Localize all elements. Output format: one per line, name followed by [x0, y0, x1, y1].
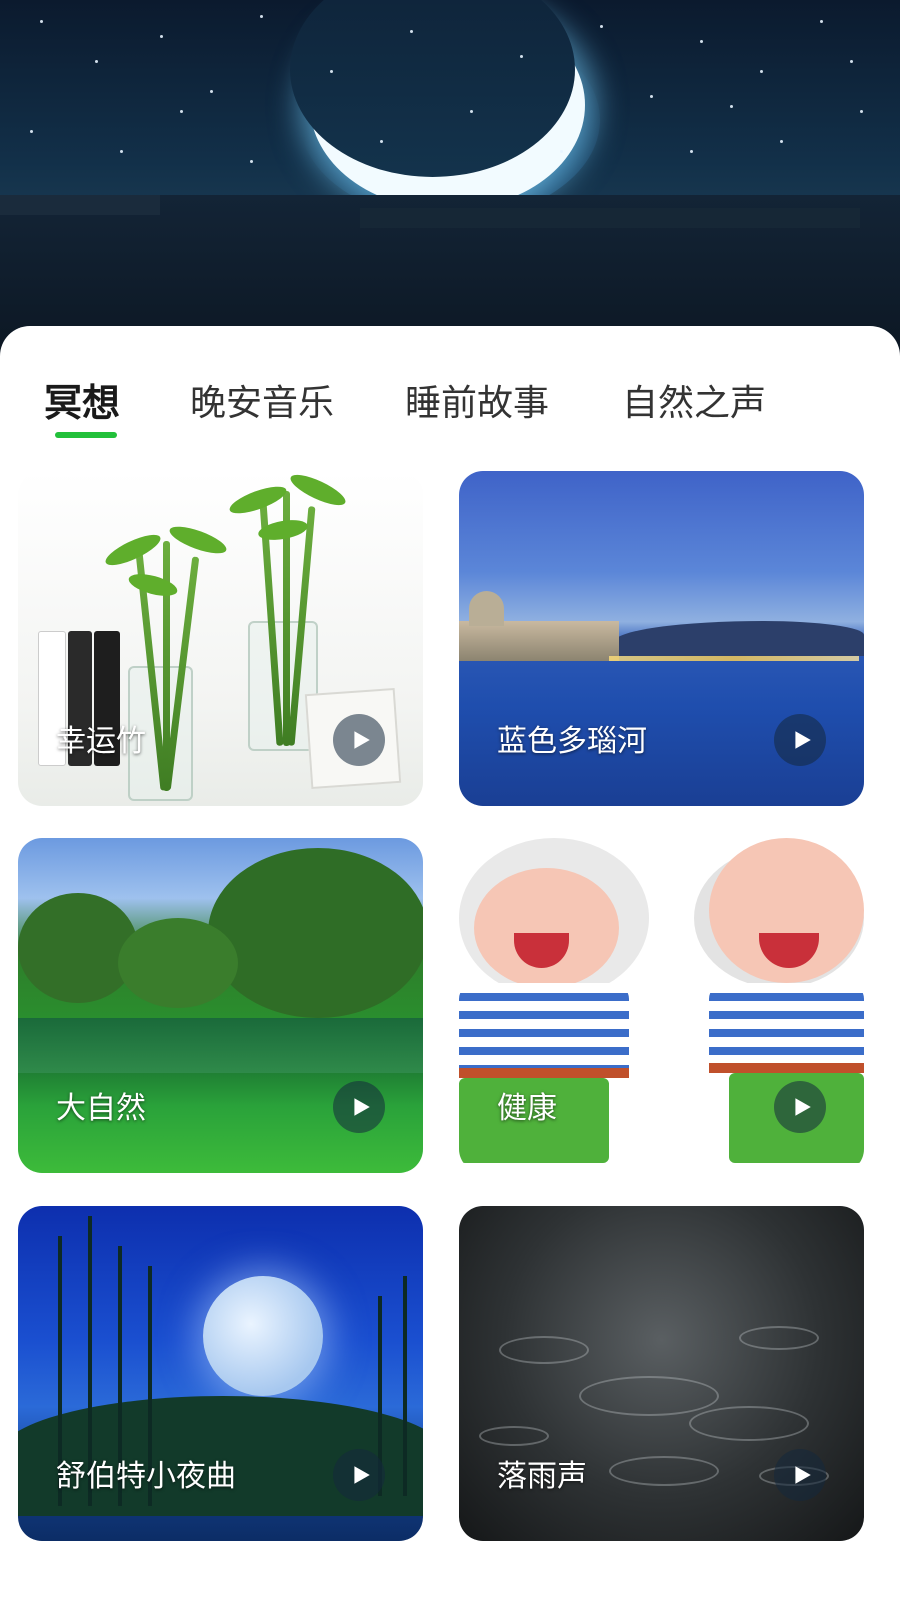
category-tabs: 冥想 晚安音乐 睡前故事 自然之声 [0, 326, 900, 446]
star [470, 110, 473, 113]
audio-card-health[interactable]: 健康 [459, 838, 864, 1173]
star [95, 60, 98, 63]
play-icon[interactable] [774, 714, 826, 766]
star [850, 60, 853, 63]
skyline-roof [0, 195, 160, 215]
active-tab-indicator [55, 432, 117, 438]
star [730, 105, 733, 108]
star [180, 110, 183, 113]
star [410, 30, 413, 33]
play-icon[interactable] [333, 1081, 385, 1133]
star [160, 35, 163, 38]
star [210, 90, 213, 93]
card-title: 舒伯特小夜曲 [56, 1459, 236, 1494]
parliament-building [459, 621, 619, 661]
card-title: 幸运竹 [56, 724, 146, 759]
star [560, 150, 563, 153]
play-icon[interactable] [774, 1449, 826, 1501]
star [330, 70, 333, 73]
star [780, 140, 783, 143]
star [120, 150, 123, 153]
audio-card-schubert-serenade[interactable]: 舒伯特小夜曲 [18, 1206, 423, 1541]
star [40, 20, 43, 23]
star [600, 25, 603, 28]
skyline-roof-2 [360, 208, 860, 228]
star [820, 20, 823, 23]
audio-card-rain-sound[interactable]: 落雨声 [459, 1206, 864, 1541]
play-icon[interactable] [333, 1449, 385, 1501]
bridge-lights [609, 656, 859, 661]
star [520, 55, 523, 58]
parliament-dome [469, 591, 504, 626]
star [250, 160, 253, 163]
star [260, 15, 263, 18]
audio-card-blue-danube[interactable]: 蓝色多瑙河 [459, 471, 864, 806]
hero-banner [0, 0, 900, 360]
star [860, 110, 863, 113]
lake [18, 1018, 423, 1073]
play-icon[interactable] [333, 714, 385, 766]
audio-card-lucky-bamboo[interactable]: 幸运竹 [18, 471, 423, 806]
star [380, 140, 383, 143]
star [30, 130, 33, 133]
full-moon [203, 1276, 323, 1396]
play-icon[interactable] [774, 1081, 826, 1133]
content-sheet: 冥想 晚安音乐 睡前故事 自然之声 幸运竹 蓝色多瑙河 大自然 健康 舒伯特小夜… [0, 326, 900, 1600]
card-title: 健康 [497, 1091, 557, 1126]
distant-hill [614, 621, 864, 656]
star [650, 95, 653, 98]
card-title: 蓝色多瑙河 [497, 724, 647, 759]
audio-card-nature[interactable]: 大自然 [18, 838, 423, 1173]
star [690, 150, 693, 153]
star [700, 40, 703, 43]
tab-nature-sounds[interactable]: 自然之声 [622, 374, 766, 426]
card-title: 落雨声 [497, 1459, 587, 1494]
tab-bedtime-stories[interactable]: 睡前故事 [405, 374, 549, 426]
tab-meditation[interactable]: 冥想 [44, 372, 120, 427]
tab-goodnight-music[interactable]: 晚安音乐 [190, 374, 334, 426]
card-title: 大自然 [56, 1091, 146, 1126]
star [760, 70, 763, 73]
